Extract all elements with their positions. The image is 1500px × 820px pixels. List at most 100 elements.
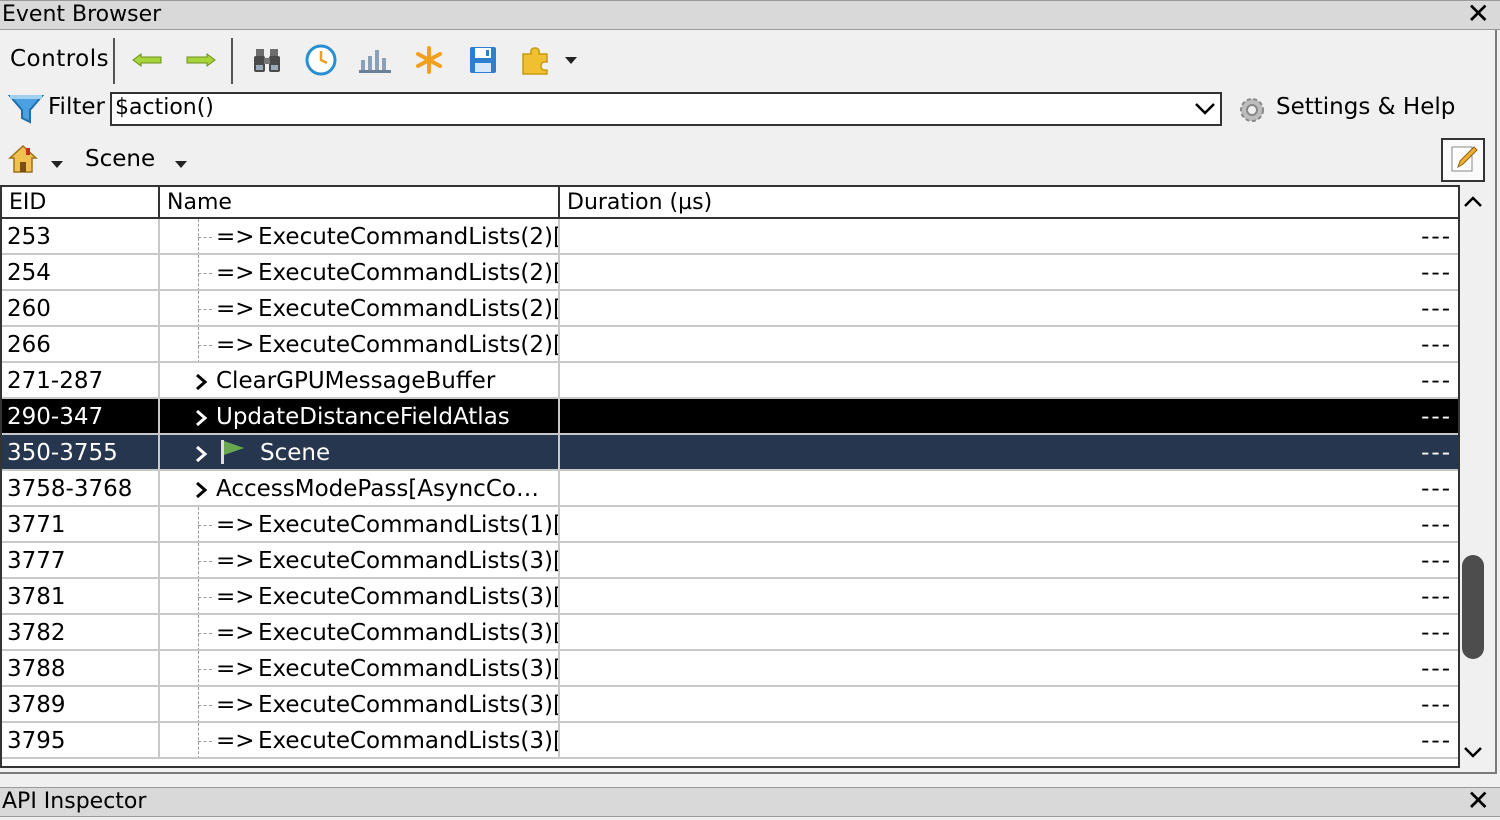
name-cell: UpdateDistanceFieldAtlas: [160, 399, 560, 433]
name-cell: => ExecuteCommandLists(2)[(: [160, 327, 560, 361]
name-cell: => ExecuteCommandLists(3)[(: [160, 579, 560, 613]
tree-guide-line: [198, 327, 200, 361]
eid-cell: 290-347: [2, 399, 160, 433]
event-name: ExecuteCommandLists(2)[(: [258, 332, 560, 358]
tree-guide-tick: [198, 705, 212, 706]
edit-bookmark-button[interactable]: [1441, 138, 1485, 182]
table-row[interactable]: 253 => ExecuteCommandLists(2)[(---: [2, 219, 1458, 255]
call-arrow: =>: [216, 692, 255, 718]
timeline-icon[interactable]: [358, 43, 392, 77]
duration-cell: ---: [1421, 512, 1452, 538]
name-cell: Scene: [160, 435, 560, 469]
table-row[interactable]: 254 => ExecuteCommandLists(2)[1 ---: [2, 255, 1458, 291]
tree-guide-line: [198, 291, 200, 325]
duration-cell: ---: [1421, 404, 1452, 430]
scrollbar-thumb[interactable]: [1462, 555, 1484, 659]
chevron-right-icon[interactable]: [194, 445, 208, 463]
duration-cell: ---: [1421, 584, 1452, 610]
duration-cell: ---: [1421, 656, 1452, 682]
filter-input-value[interactable]: $action(): [115, 94, 214, 122]
table-row[interactable]: 271-287 ClearGPUMessageBuffer ---: [2, 363, 1458, 399]
table-row[interactable]: 260 => ExecuteCommandLists(2)[1 ---: [2, 291, 1458, 327]
breadcrumb-scene[interactable]: Scene: [85, 146, 155, 172]
clock-icon[interactable]: [304, 43, 338, 77]
name-cell: => ExecuteCommandLists(2)[1: [160, 255, 560, 289]
controls-toolbar: Controls: [0, 36, 1500, 86]
scroll-down-icon[interactable]: [1460, 739, 1486, 765]
save-icon[interactable]: [466, 43, 500, 77]
table-header: EID Name Duration (µs): [2, 187, 1458, 219]
call-arrow: =>: [216, 620, 255, 646]
name-cell: => ExecuteCommandLists(3)[3: [160, 723, 560, 757]
name-cell: AccessModePass[AsyncCo…: [160, 471, 560, 505]
duration-cell: ---: [1421, 224, 1452, 250]
eid-cell: 3782: [2, 615, 160, 649]
binoculars-icon[interactable]: [250, 43, 284, 77]
puzzle-icon[interactable]: [518, 43, 552, 77]
eid-cell: 3781: [2, 579, 160, 613]
arrow-right-icon[interactable]: [184, 43, 218, 77]
close-icon[interactable]: ✕: [1467, 787, 1490, 815]
tree-guide-tick: [198, 669, 212, 670]
chevron-down-icon[interactable]: [50, 154, 64, 173]
controls-label: Controls: [10, 46, 110, 72]
tree-guide-line: [198, 651, 200, 685]
call-arrow: =>: [216, 656, 255, 682]
tree-guide-line: [198, 687, 200, 721]
event-name: ExecuteCommandLists(2)[1: [258, 260, 560, 286]
eid-cell: 260: [2, 291, 160, 325]
table-row[interactable]: 3781 => ExecuteCommandLists(3)[(---: [2, 579, 1458, 615]
asterisk-icon[interactable]: [412, 43, 446, 77]
chevron-right-icon[interactable]: [194, 373, 208, 391]
table-row[interactable]: 3788 => ExecuteCommandLists(3)[1 ---: [2, 651, 1458, 687]
tree-guide-tick: [198, 525, 212, 526]
event-name: ExecuteCommandLists(3)[(: [258, 584, 560, 610]
gear-icon: [1236, 94, 1268, 130]
call-arrow: =>: [216, 584, 255, 610]
table-row[interactable]: 3777 => ExecuteCommandLists(3)[(---: [2, 543, 1458, 579]
event-name: ExecuteCommandLists(1)[(: [258, 512, 560, 538]
event-browser-titlebar: Event Browser ✕: [0, 0, 1500, 30]
toolbar-separator: [231, 38, 233, 84]
table-row[interactable]: 3758-3768 AccessModePass[AsyncCo… ---: [2, 471, 1458, 507]
arrow-left-icon[interactable]: [130, 43, 164, 77]
call-arrow: =>: [216, 512, 255, 538]
table-row[interactable]: 290-347 UpdateDistanceFieldAtlas ---: [2, 399, 1458, 435]
tree-guide-tick: [198, 345, 212, 346]
duration-cell: ---: [1421, 260, 1452, 286]
column-header-name[interactable]: Name: [160, 187, 560, 217]
filter-bar: Filter $action() Settings & Help: [0, 88, 1500, 128]
settings-help-label: Settings & Help: [1276, 94, 1456, 120]
eid-cell: 253: [2, 219, 160, 253]
close-icon[interactable]: ✕: [1467, 0, 1490, 28]
table-row[interactable]: 350-3755 Scene ---: [2, 435, 1458, 471]
chevron-down-icon[interactable]: [1194, 100, 1216, 120]
flag-icon: [221, 440, 244, 464]
chevron-right-icon[interactable]: [194, 481, 208, 499]
column-header-duration[interactable]: Duration (µs): [560, 187, 1458, 217]
duration-cell: ---: [1421, 692, 1452, 718]
api-inspector-title: API Inspector: [2, 789, 147, 814]
filter-input[interactable]: $action(): [110, 92, 1222, 126]
call-arrow: =>: [216, 728, 255, 754]
chevron-down-icon[interactable]: [556, 43, 586, 77]
eid-cell: 3771: [2, 507, 160, 541]
table-row[interactable]: 3771 => ExecuteCommandLists(1)[( ---: [2, 507, 1458, 543]
scroll-up-icon[interactable]: [1460, 189, 1486, 215]
table-row[interactable]: 3782 => ExecuteCommandLists(3)[1 ---: [2, 615, 1458, 651]
tree-guide-line: [198, 507, 200, 541]
home-icon[interactable]: [8, 144, 38, 178]
tree-guide-line: [198, 255, 200, 289]
tree-guide-line: [198, 543, 200, 577]
tree-guide-tick: [198, 309, 212, 310]
table-row[interactable]: 266 => ExecuteCommandLists(2)[(---: [2, 327, 1458, 363]
chevron-right-icon[interactable]: [194, 409, 208, 427]
tree-guide-line: [198, 723, 200, 757]
event-name: ExecuteCommandLists(3)[3: [258, 692, 560, 718]
chevron-down-icon[interactable]: [174, 154, 188, 173]
column-header-eid[interactable]: EID: [2, 187, 160, 217]
vertical-scrollbar[interactable]: [1460, 187, 1486, 768]
table-row[interactable]: 3795 => ExecuteCommandLists(3)[3 ---: [2, 723, 1458, 759]
duration-cell: ---: [1421, 440, 1452, 466]
table-row[interactable]: 3789 => ExecuteCommandLists(3)[3 ---: [2, 687, 1458, 723]
